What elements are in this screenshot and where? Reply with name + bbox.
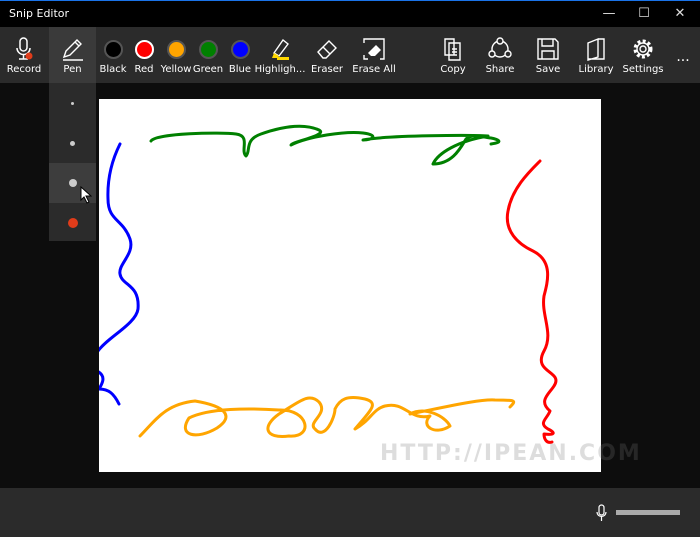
pen-size-extra-small[interactable] bbox=[49, 83, 96, 123]
pen-button[interactable]: Pen bbox=[49, 27, 96, 83]
highlighter-icon bbox=[260, 37, 300, 61]
drawing-canvas[interactable] bbox=[99, 99, 601, 472]
green-swatch-icon bbox=[198, 39, 218, 59]
library-button[interactable]: Library bbox=[579, 27, 613, 83]
yellow-stroke bbox=[138, 395, 516, 438]
bottom-bar bbox=[0, 488, 700, 537]
highlighter-label: Highligh... bbox=[254, 64, 306, 75]
gear-icon bbox=[627, 37, 659, 61]
save-label: Save bbox=[535, 64, 561, 75]
window-title: Snip Editor bbox=[9, 7, 70, 20]
copy-icon bbox=[437, 37, 469, 61]
more-icon: ... bbox=[676, 49, 690, 65]
mouse-cursor-icon bbox=[80, 186, 92, 204]
erase-all-icon bbox=[355, 37, 393, 61]
settings-label: Settings bbox=[622, 64, 664, 75]
more-button[interactable]: ... bbox=[670, 27, 696, 83]
toolbar: Record Pen Black Red Yellow Green Blue H… bbox=[0, 27, 700, 83]
copy-button[interactable]: Copy bbox=[437, 27, 469, 83]
share-button[interactable]: Share bbox=[484, 27, 516, 83]
record-button[interactable]: Record bbox=[2, 27, 46, 83]
share-icon bbox=[484, 37, 516, 61]
erase-all-label: Erase All bbox=[352, 64, 396, 75]
save-icon bbox=[532, 37, 564, 61]
pen-size-small[interactable] bbox=[49, 123, 96, 163]
black-swatch-icon bbox=[103, 39, 123, 59]
dot-icon bbox=[70, 140, 75, 146]
library-label: Library bbox=[578, 64, 614, 75]
maximize-button[interactable]: ☐ bbox=[629, 3, 659, 25]
library-icon bbox=[580, 37, 612, 61]
green-stroke bbox=[149, 124, 501, 166]
dot-icon bbox=[67, 218, 78, 228]
title-bar: Snip Editor — ☐ ✕ bbox=[0, 1, 700, 27]
pen-icon bbox=[49, 37, 96, 61]
eraser-icon bbox=[308, 37, 346, 61]
red-swatch-icon bbox=[134, 39, 154, 59]
microphone-icon bbox=[2, 37, 46, 61]
share-label: Share bbox=[485, 64, 515, 75]
color-blue-button[interactable]: Blue bbox=[225, 27, 255, 83]
settings-button[interactable]: Settings bbox=[622, 27, 664, 83]
blue-stroke bbox=[99, 142, 140, 406]
erase-all-button[interactable]: Erase All bbox=[352, 27, 396, 83]
pen-size-menu bbox=[49, 83, 96, 241]
yellow-swatch-icon bbox=[166, 39, 186, 59]
blue-swatch-icon bbox=[230, 39, 250, 59]
dot-icon bbox=[68, 179, 77, 187]
watermark: HTTP://IPEAN.COM bbox=[380, 441, 642, 466]
highlighter-button[interactable]: Highligh... bbox=[255, 27, 305, 83]
red-stroke bbox=[505, 159, 558, 444]
close-button[interactable]: ✕ bbox=[665, 3, 695, 25]
eraser-button[interactable]: Eraser bbox=[308, 27, 346, 83]
audio-volume-slider[interactable] bbox=[616, 510, 680, 515]
dot-icon bbox=[71, 101, 74, 105]
minimize-button[interactable]: — bbox=[594, 3, 624, 25]
eraser-label: Eraser bbox=[310, 64, 344, 75]
pen-size-large[interactable] bbox=[49, 203, 96, 243]
copy-label: Copy bbox=[440, 64, 466, 75]
save-button[interactable]: Save bbox=[532, 27, 564, 83]
microphone-icon bbox=[596, 504, 607, 521]
